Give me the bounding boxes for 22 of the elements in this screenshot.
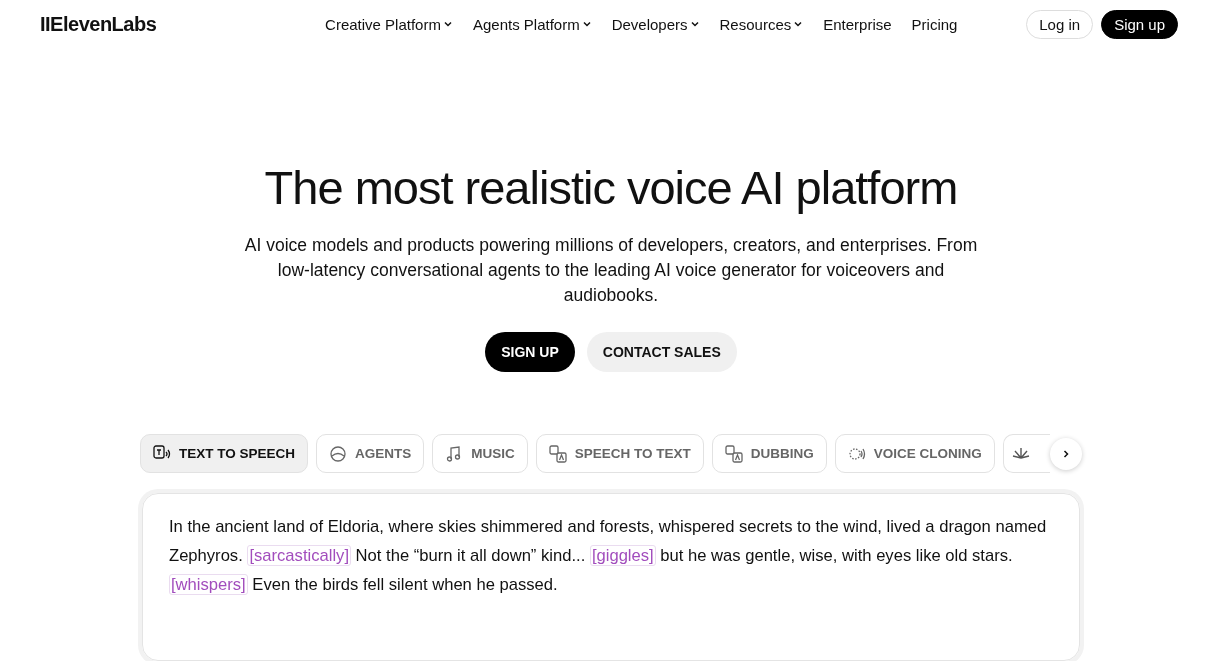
- sample-text: In the ancient land of Eldoria, where skies shimmered and forests, whispered secrets to the wind, lived a dragon named Zephyros. [sarcastically] Not the “burn it all down” kind... [giggles] but he was gentle, wise, with eyes like old stars. [whispers] Even the birds fell silent when he passed.: [169, 516, 1048, 597]
- chevron-right-icon: [1061, 448, 1071, 459]
- signup-button[interactable]: SIGN UP: [485, 332, 575, 372]
- nav-link[interactable]: Pricing: [911, 15, 958, 33]
- feature-tab[interactable]: TEXT TO SPEECH: [140, 434, 309, 473]
- feature-tab[interactable]: [1002, 434, 1050, 473]
- hero-subtitle: AI voice models and products powering millions of developers, creators, and enterprises. From low-latency conversational agents to the leading AI voice generator for voiceovers and audiobooks.: [243, 234, 979, 307]
- feature-tab[interactable]: SPEECH TO TEXT: [535, 434, 704, 473]
- feature-tab[interactable]: VOICE CLONING: [834, 434, 995, 473]
- signup-button[interactable]: Sign up: [1101, 9, 1178, 39]
- login-button[interactable]: Log in: [1026, 9, 1094, 39]
- hero-title: The most realistic voice AI platform: [264, 160, 958, 215]
- nav-link[interactable]: Enterprise: [823, 15, 892, 33]
- contact-sales-button[interactable]: CONTACT SALES: [586, 332, 737, 372]
- nav-link[interactable]: Agents Platform: [472, 15, 592, 33]
- feature-tab[interactable]: DUBBING: [711, 434, 827, 473]
- feature-tab[interactable]: MUSIC: [432, 434, 528, 473]
- nav-link[interactable]: Creative Platform: [325, 15, 453, 33]
- nav-link[interactable]: Resources: [719, 15, 804, 33]
- nav-link[interactable]: Developers: [611, 15, 700, 33]
- logo[interactable]: IIElevenLabs: [40, 12, 157, 36]
- feature-tab[interactable]: AGENTS: [316, 434, 425, 473]
